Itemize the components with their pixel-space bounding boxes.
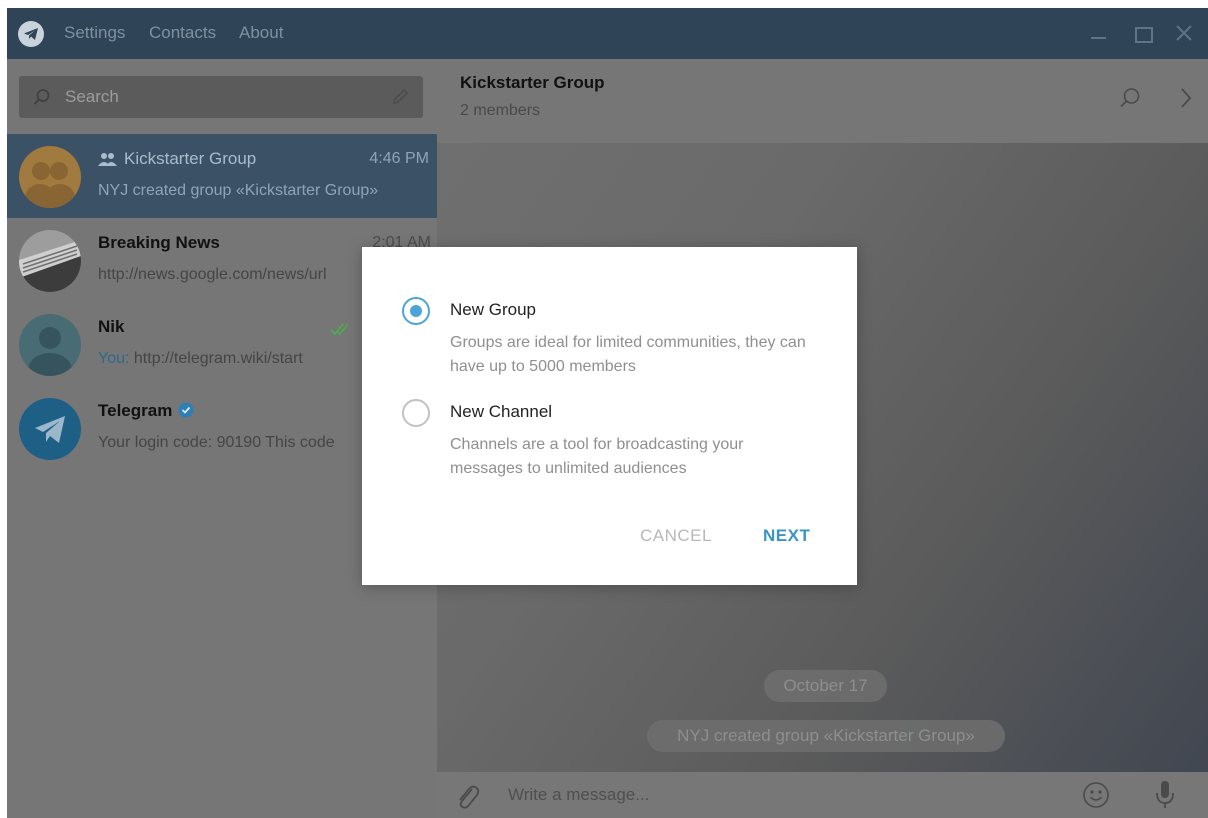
emoji-icon[interactable] <box>1082 781 1110 814</box>
chat-member-count: 2 members <box>460 102 541 119</box>
group-icon <box>98 151 118 171</box>
chat-name-label: Telegram <box>98 401 173 420</box>
chat-time: 4:46 PM <box>369 150 429 167</box>
compose-bar <box>437 772 1208 818</box>
microphone-icon[interactable] <box>1154 779 1176 816</box>
cancel-button[interactable]: CANCEL <box>640 526 712 546</box>
new-group-radio[interactable] <box>402 297 430 325</box>
telegram-logo-icon[interactable] <box>18 21 44 47</box>
menu-contacts[interactable]: Contacts <box>149 23 216 43</box>
avatar <box>19 230 81 292</box>
chat-name-label: Kickstarter Group <box>124 149 257 168</box>
message-input[interactable] <box>508 783 1048 807</box>
date-separator: October 17 <box>764 670 887 702</box>
chat-title[interactable]: Kickstarter Group <box>460 73 605 93</box>
minimize-icon[interactable] <box>1088 21 1110 45</box>
search-input[interactable] <box>65 86 365 108</box>
search-icon[interactable] <box>1119 87 1141 114</box>
title-bar: Settings Contacts About <box>7 8 1208 59</box>
chat-name: Telegram <box>98 401 194 423</box>
avatar <box>19 146 81 208</box>
option-description: Channels are a tool for broadcasting you… <box>450 436 744 477</box>
chat-preview: NYJ created group «Kickstarter Group» <box>98 182 379 199</box>
close-icon[interactable] <box>1173 21 1195 45</box>
chat-preview-text: http://telegram.wiki/start <box>133 350 303 367</box>
menu-settings[interactable]: Settings <box>64 23 125 43</box>
next-button[interactable]: NEXT <box>763 526 810 546</box>
you-prefix: You: <box>98 350 130 367</box>
paperclip-icon[interactable] <box>454 782 480 815</box>
new-group-or-channel-dialog: New Group Groups are ideal for limited c… <box>362 247 857 585</box>
new-channel-radio[interactable] <box>402 399 430 427</box>
avatar <box>19 398 81 460</box>
option-description: Groups are ideal for limited communities… <box>450 334 806 375</box>
chat-item-kickstarter-group[interactable]: Kickstarter Group 4:46 PM NYJ created gr… <box>7 134 437 218</box>
chat-name: Breaking News <box>98 233 220 252</box>
verified-icon <box>178 402 194 423</box>
chevron-right-icon[interactable] <box>1179 87 1193 114</box>
service-message: NYJ created group «Kickstarter Group» <box>647 720 1005 752</box>
option-title: New Group <box>450 300 536 319</box>
maximize-icon[interactable] <box>1132 21 1154 45</box>
search-icon <box>33 88 51 111</box>
menu-about[interactable]: About <box>239 23 283 43</box>
option-title: New Channel <box>450 402 553 421</box>
avatar <box>19 314 81 376</box>
chat-name: Nik <box>98 317 125 336</box>
chat-header: Kickstarter Group 2 members <box>437 59 1208 143</box>
chat-name: Kickstarter Group <box>98 149 256 171</box>
pencil-icon[interactable] <box>391 88 409 111</box>
search-bar <box>19 76 423 118</box>
double-check-icon <box>330 322 352 341</box>
